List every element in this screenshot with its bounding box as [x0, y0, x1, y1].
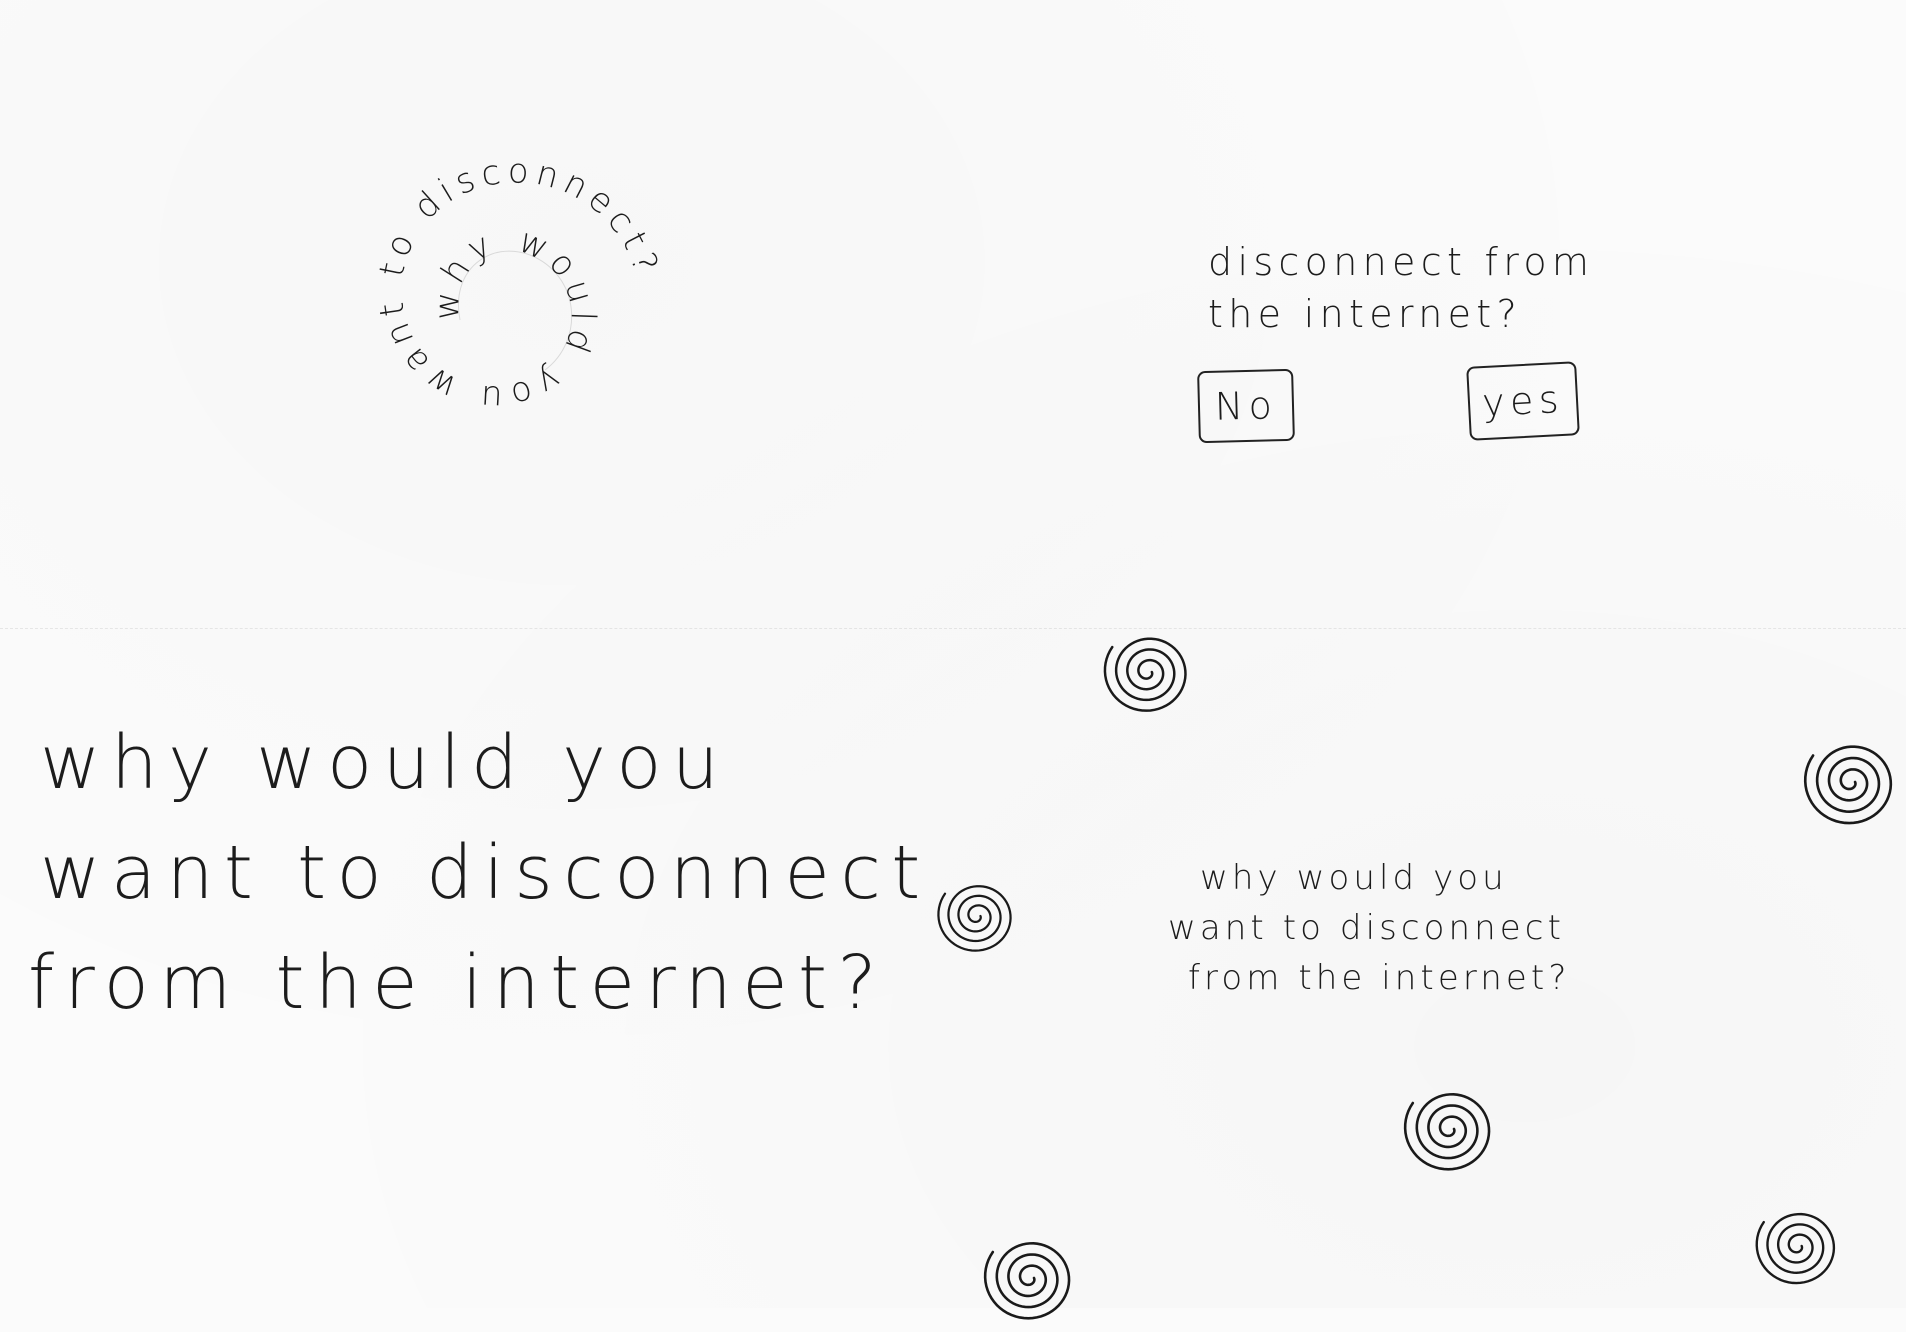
big-question-line-1: why would you [40, 720, 730, 806]
spiral-doodle-icon [934, 868, 1020, 964]
spiral-lettering: why would you want to disconnect? [371, 151, 668, 418]
big-question-line-2: want to disconnect [40, 830, 931, 916]
small-question-line-2: want to disconnect [1168, 908, 1565, 948]
spiral-doodle-icon [1800, 728, 1902, 836]
big-question-line-3: from the internet? [28, 940, 888, 1026]
spiral-doodle-icon [1400, 1076, 1500, 1182]
dialog-question-line-2: the internet? [1208, 292, 1523, 336]
paper-sheet [0, 0, 1906, 1308]
spiral-doodle-icon [1752, 1196, 1844, 1296]
spiral-doodle-icon [980, 1228, 1080, 1320]
spiral-doodle-icon [1100, 624, 1196, 720]
small-question-line-1: why would you [1200, 858, 1508, 898]
dialog-question-line-1: disconnect from [1208, 240, 1595, 284]
spiral-text-content: why would you want to disconnect? [371, 151, 668, 418]
no-button[interactable]: No [1197, 368, 1295, 444]
yes-button[interactable]: yes [1466, 361, 1580, 441]
paper-fold-line [0, 628, 1906, 629]
small-question-line-3: from the internet? [1188, 958, 1571, 998]
